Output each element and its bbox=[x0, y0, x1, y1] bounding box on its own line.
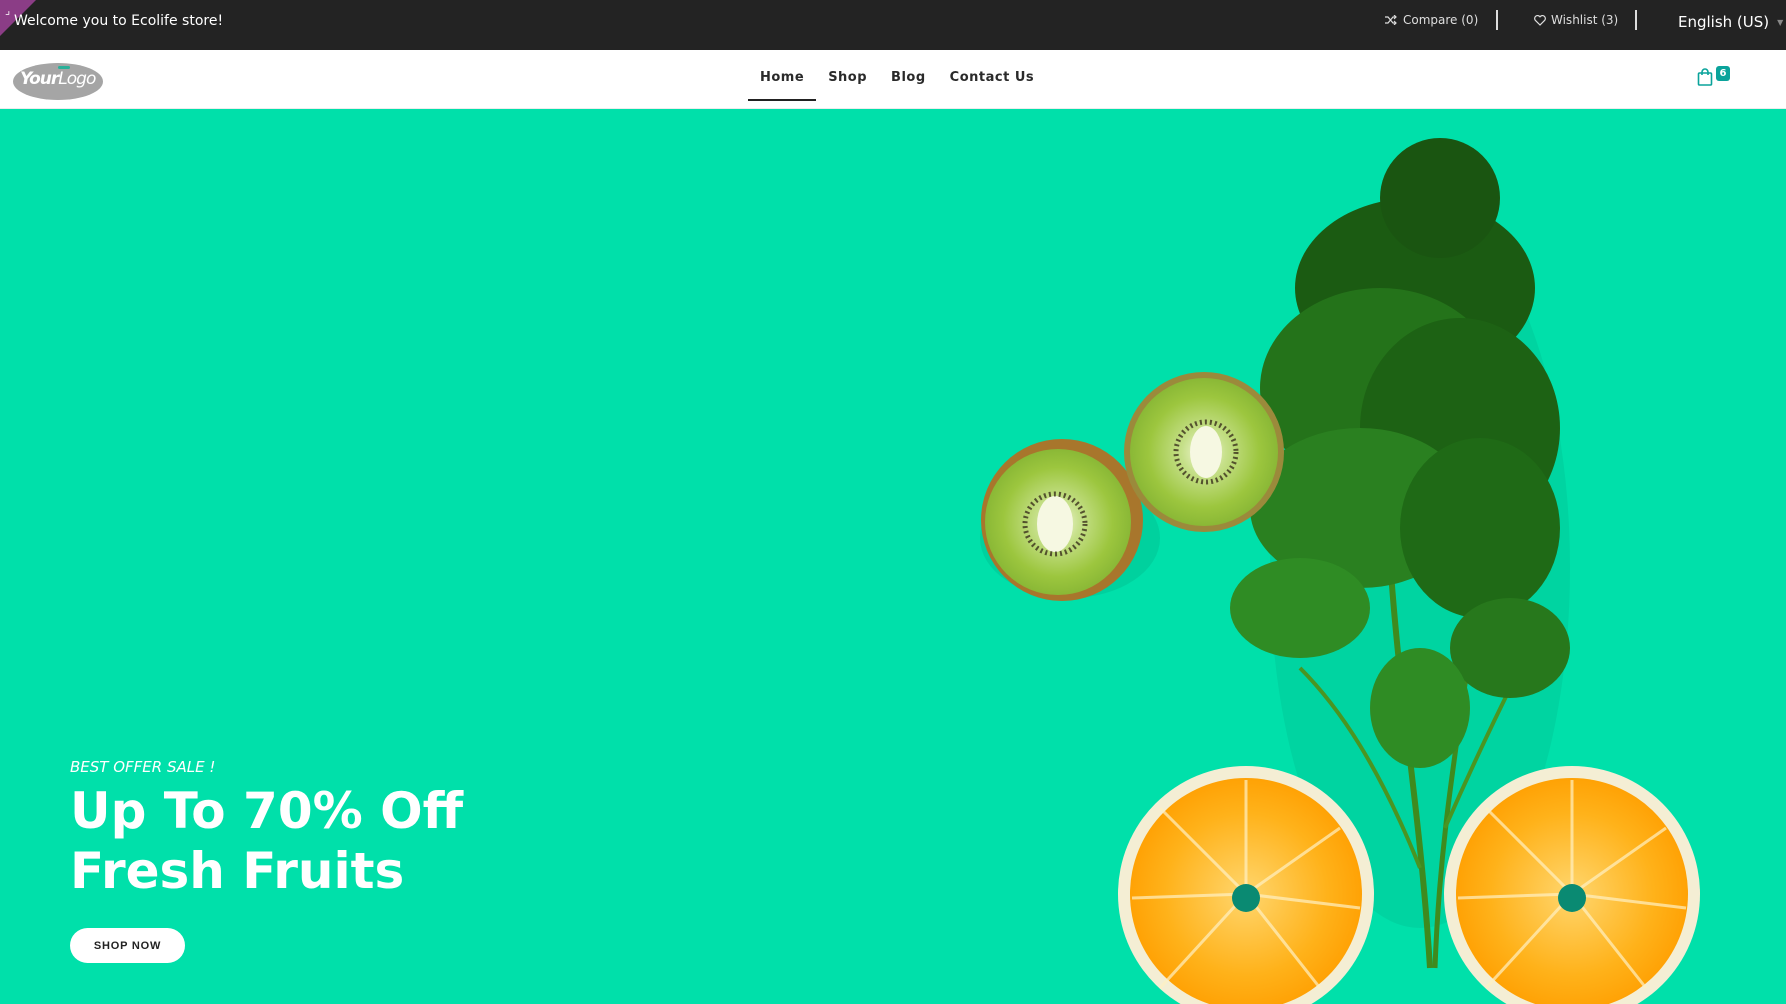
language-label: English (US) bbox=[1678, 13, 1770, 31]
chevron-down-icon: ▼ bbox=[1777, 17, 1784, 27]
shop-now-button[interactable]: SHOP NOW bbox=[70, 928, 185, 963]
corner-icon[interactable]: ⌟ bbox=[5, 5, 10, 16]
logo-text-bold: Your bbox=[20, 69, 59, 89]
welcome-message: Welcome you to Ecolife store! bbox=[14, 13, 224, 29]
wishlist-label: Wishlist (3) bbox=[1551, 13, 1619, 27]
compare-label: Compare (0) bbox=[1403, 13, 1479, 27]
kiwi-half-right bbox=[1124, 372, 1284, 532]
main-nav: Home Shop Blog Contact Us bbox=[748, 50, 1046, 108]
cart-count-badge: 6 bbox=[1716, 66, 1730, 81]
shuffle-icon bbox=[1385, 15, 1397, 25]
top-bar: ⌟ Welcome you to Ecolife store! Compare … bbox=[0, 0, 1786, 50]
hero-title: Up To 70% Off Fresh Fruits bbox=[70, 781, 463, 901]
main-header: YourLogo Home Shop Blog Contact Us 6 bbox=[0, 50, 1786, 109]
nav-contact-us[interactable]: Contact Us bbox=[938, 50, 1046, 108]
hero-title-line-2: Fresh Fruits bbox=[70, 842, 405, 900]
shopping-bag-icon[interactable] bbox=[1697, 68, 1713, 86]
hero-title-line-1: Up To 70% Off bbox=[70, 782, 464, 840]
nav-home[interactable]: Home bbox=[748, 50, 817, 108]
compare-link[interactable]: Compare (0) bbox=[1385, 13, 1478, 27]
language-selector[interactable]: English (US) ▼ bbox=[1678, 13, 1783, 31]
nav-blog[interactable]: Blog bbox=[879, 50, 938, 108]
wishlist-link[interactable]: Wishlist (3) bbox=[1534, 13, 1618, 27]
divider bbox=[1496, 10, 1498, 30]
kiwi-half-left bbox=[981, 439, 1143, 601]
divider bbox=[1635, 10, 1637, 30]
nav-shop[interactable]: Shop bbox=[816, 50, 879, 108]
logo-text-regular: Logo bbox=[58, 69, 96, 89]
site-logo[interactable]: YourLogo bbox=[13, 63, 103, 100]
hero-subtitle: BEST OFFER SALE ! bbox=[70, 758, 216, 776]
heart-icon bbox=[1534, 14, 1546, 26]
